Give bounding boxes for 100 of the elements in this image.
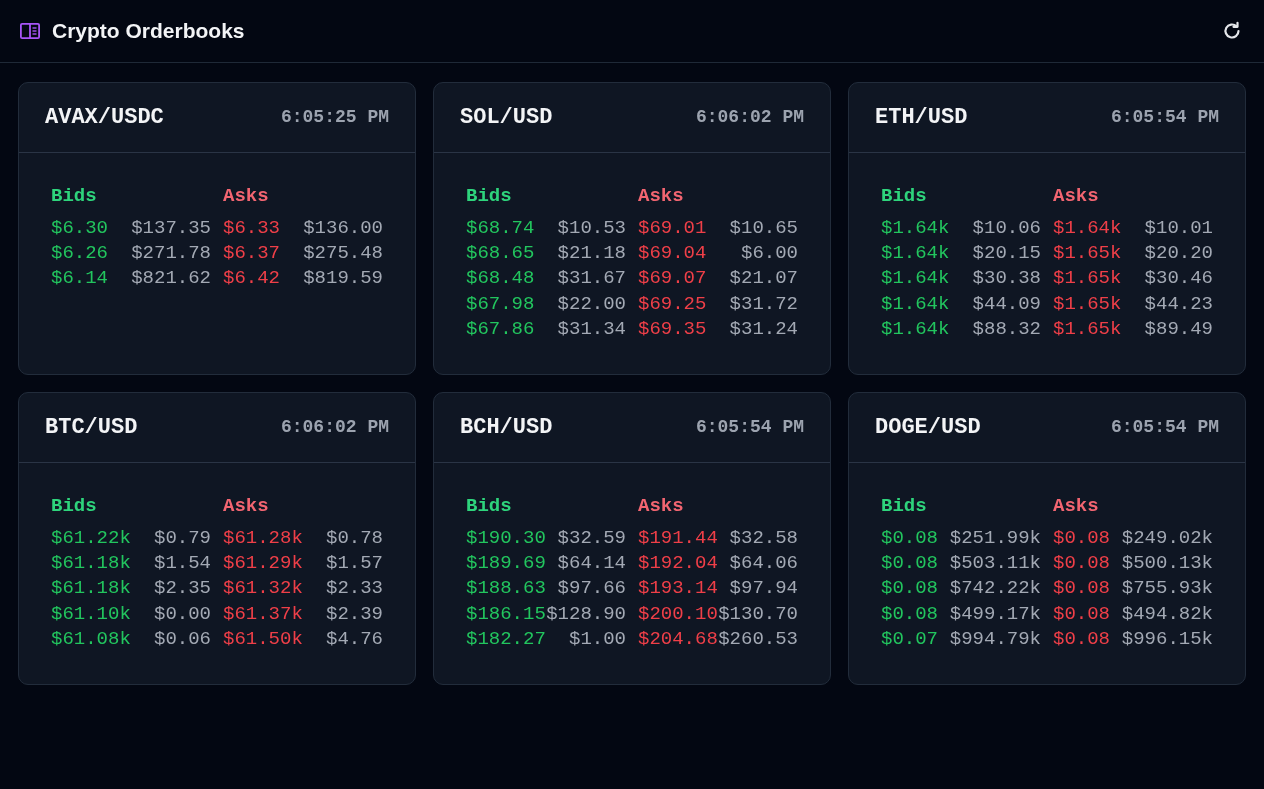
bids-heading: Bids [466,184,513,209]
bid-price: $61.10k [51,601,131,627]
size-amount: $128.90 [546,601,626,627]
size-amount: $20.15 [972,241,1041,267]
size-amount: $88.32 [972,316,1041,342]
bid-price: $1.64k [881,216,950,241]
size-amount: $275.48 [303,241,383,267]
size-amount: $10.06 [972,216,1041,241]
asks-heading: Asks [638,494,685,519]
size-amount: $2.35 [154,576,211,602]
size-amount: $21.07 [729,266,798,292]
asks-heading: Asks [1053,494,1100,519]
size-amount: $4.76 [326,626,383,652]
size-amount: $994.79k [949,626,1041,652]
size-amount: $10.01 [1144,216,1213,241]
bid-price: $1.64k [881,241,950,267]
timestamp: 6:05:54 PM [695,416,804,439]
ask-price: $0.08 [1053,526,1110,551]
bid-price: $189.69 [466,551,546,577]
size-amount: $31.34 [557,316,626,342]
size-amount: $821.62 [131,266,211,292]
size-amount: $499.17k [949,601,1041,627]
bid-price: $190.30 [466,526,546,551]
ask-price: $0.08 [1053,601,1110,627]
bid-price: $6.14 [51,266,108,292]
ask-price: $69.01 [638,216,707,241]
size-amount: $1.00 [569,626,626,652]
bid-price: $0.08 [881,576,938,602]
ask-price: $1.64k [1053,216,1122,241]
ask-price: $204.68 [638,626,718,652]
bid-price: $182.27 [466,626,546,652]
size-amount: $1.57 [326,551,383,577]
bid-price: $1.64k [881,266,950,292]
size-amount: $21.18 [557,241,626,267]
ask-price: $1.65k [1053,316,1122,342]
bids-heading: Bids [881,494,928,519]
pair-title: SOL/USD [460,104,553,132]
ask-price: $61.28k [223,526,303,551]
size-amount: $31.67 [557,266,626,292]
pair-title: BCH/USD [460,414,553,442]
ask-price: $191.44 [638,526,718,551]
size-amount: $271.78 [131,241,211,267]
ask-price: $6.37 [223,241,280,267]
size-amount: $819.59 [303,266,383,292]
size-amount: $0.00 [154,601,211,627]
size-amount: $89.49 [1144,316,1213,342]
ask-price: $1.65k [1053,241,1122,267]
asks-heading: Asks [223,494,270,519]
size-amount: $755.93k [1121,576,1213,602]
bids-heading: Bids [466,494,513,519]
size-amount: $64.06 [729,551,798,577]
bid-price: $61.22k [51,526,131,551]
ask-price: $69.35 [638,316,707,342]
bid-price: $61.08k [51,626,131,652]
ask-price: $69.07 [638,266,707,292]
size-amount: $500.13k [1121,551,1213,577]
size-amount: $251.99k [949,526,1041,551]
asks-heading: Asks [223,184,270,209]
ask-price: $0.08 [1053,576,1110,602]
bid-price: $68.65 [466,241,535,267]
timestamp: 6:05:54 PM [1110,106,1219,129]
timestamp: 6:05:25 PM [280,106,389,129]
asks-heading: Asks [638,184,685,209]
size-amount: $97.66 [557,576,626,602]
ask-price: $193.14 [638,576,718,602]
size-amount: $0.79 [154,526,211,551]
size-amount: $136.00 [303,216,383,241]
size-amount: $20.20 [1144,241,1213,267]
ask-price: $61.37k [223,601,303,627]
size-amount: $494.82k [1121,601,1213,627]
size-amount: $996.15k [1121,626,1213,652]
ask-price: $61.50k [223,626,303,652]
ask-price: $1.65k [1053,291,1122,317]
ask-price: $6.42 [223,266,280,292]
bid-price: $186.15 [466,601,546,627]
ask-price: $69.04 [638,241,707,267]
size-amount: $31.72 [729,291,798,317]
book-icon [20,23,40,39]
size-amount: $30.46 [1144,266,1213,292]
pair-title: ETH/USD [875,104,968,132]
ask-price: $61.32k [223,576,303,602]
bid-price: $188.63 [466,576,546,602]
size-amount: $2.33 [326,576,383,602]
bid-price: $61.18k [51,576,131,602]
bid-price: $0.08 [881,551,938,577]
bid-price: $0.08 [881,526,938,551]
refresh-icon [1222,21,1242,41]
size-amount: $6.00 [741,241,798,267]
ask-price: $200.10 [638,601,718,627]
ask-price: $6.33 [223,216,280,241]
bid-price: $6.26 [51,241,108,267]
asks-heading: Asks [1053,184,1100,209]
bid-price: $61.18k [51,551,131,577]
ask-price: $0.08 [1053,626,1110,652]
app-title: Crypto Orderbooks [52,18,245,44]
size-amount: $30.38 [972,266,1041,292]
bid-price: $1.64k [881,291,950,317]
bid-price: $0.07 [881,626,938,652]
bids-heading: Bids [51,184,98,209]
bid-price: $67.98 [466,291,535,317]
